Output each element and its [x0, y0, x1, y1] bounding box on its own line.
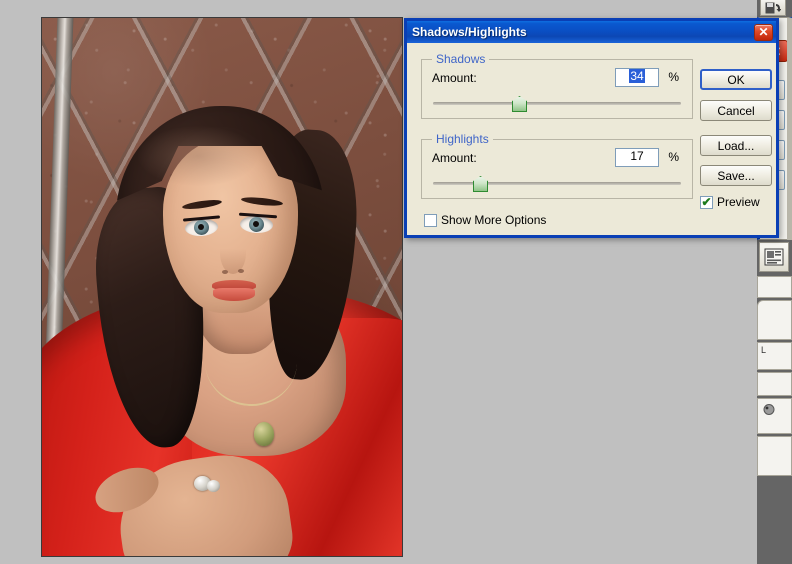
- photo-ring-stone-2: [207, 480, 220, 492]
- dock-strip-3[interactable]: L: [757, 342, 792, 370]
- photo-nose: [220, 232, 246, 274]
- shadows-slider-track[interactable]: [433, 102, 681, 105]
- palette-well-icon[interactable]: [759, 242, 789, 272]
- document-photo[interactable]: [41, 17, 403, 557]
- shadows-amount-input[interactable]: 34: [615, 68, 659, 87]
- photo-nostril-right: [238, 269, 244, 273]
- dock-strip-1[interactable]: [757, 276, 792, 298]
- preview-checkbox-label: Preview: [717, 195, 760, 209]
- highlights-slider-thumb[interactable]: [473, 176, 488, 192]
- shadows-amount-label: Amount:: [432, 71, 477, 85]
- dock-strip-6[interactable]: [757, 436, 792, 476]
- highlights-amount-value: 17: [630, 149, 644, 163]
- dock-strip-5[interactable]: [757, 398, 792, 434]
- highlights-group-title: Highlights: [432, 132, 493, 146]
- dialog-body: Shadows Amount: 34 % Highlights Amount: …: [407, 43, 776, 235]
- shadows-amount-value: 34: [629, 69, 645, 83]
- highlights-amount-input[interactable]: 17: [615, 148, 659, 167]
- show-more-options-label: Show More Options: [441, 213, 547, 227]
- dialog-title: Shadows/Highlights: [412, 25, 527, 39]
- shadows-group-title: Shadows: [432, 52, 490, 66]
- shadows-slider[interactable]: [433, 96, 681, 112]
- photo-hair-highlight: [138, 126, 258, 186]
- photo-necklace-pendant: [254, 422, 274, 446]
- show-more-options-checkbox[interactable]: Show More Options: [424, 213, 546, 227]
- highlights-slider-track[interactable]: [433, 182, 681, 185]
- save-button[interactable]: Save...: [700, 165, 772, 186]
- highlights-amount-label: Amount:: [432, 151, 477, 165]
- shadows-amount-unit: %: [668, 70, 679, 84]
- highlights-group: Highlights Amount: 17 %: [421, 132, 693, 199]
- photo-lower-lip: [213, 288, 255, 301]
- load-button[interactable]: Load...: [700, 135, 772, 156]
- checkmark-icon[interactable]: ✔: [700, 195, 713, 209]
- ok-button[interactable]: OK: [700, 69, 772, 90]
- close-icon[interactable]: ✕: [754, 23, 773, 41]
- dock-strip-3-label: L: [761, 345, 767, 355]
- dialog-titlebar[interactable]: Shadows/Highlights ✕: [407, 21, 776, 43]
- highlights-amount-unit: %: [668, 150, 679, 164]
- shadows-group: Shadows Amount: 34 %: [421, 52, 693, 119]
- photo-pupil-left: [198, 224, 204, 230]
- dock-strip-2[interactable]: [757, 300, 792, 340]
- shadows-slider-thumb[interactable]: [512, 96, 527, 112]
- shadows-highlights-dialog[interactable]: Shadows/Highlights ✕ Shadows Amount: 34 …: [404, 18, 779, 238]
- highlights-slider[interactable]: [433, 176, 681, 192]
- dock-strip-4[interactable]: [757, 372, 792, 396]
- preview-checkbox[interactable]: ✔ Preview: [700, 195, 760, 209]
- cancel-button[interactable]: Cancel: [700, 100, 772, 121]
- empty-checkbox-icon[interactable]: [424, 213, 437, 227]
- photo-nostril-left: [222, 270, 228, 274]
- palette-scrollbar[interactable]: [787, 18, 792, 240]
- save-palette-icon[interactable]: [760, 0, 786, 16]
- photo-pupil-right: [253, 221, 259, 227]
